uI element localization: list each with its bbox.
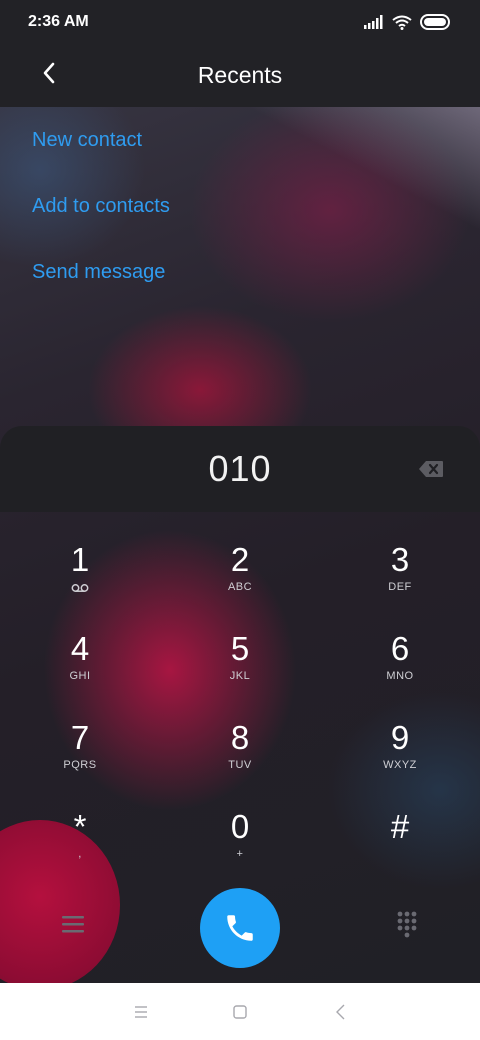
recent-apps-icon[interactable]: [129, 1001, 153, 1023]
dialpad-icon[interactable]: [396, 910, 418, 940]
call-button[interactable]: [200, 888, 280, 968]
key-1[interactable]: 1: [20, 540, 140, 620]
page-title: Recents: [197, 62, 283, 88]
key-3[interactable]: 3 DEF: [340, 540, 460, 620]
number-bar: 010: [0, 426, 480, 512]
key-4[interactable]: 4 GHI: [20, 629, 140, 709]
key-0[interactable]: 0 +: [180, 807, 300, 887]
new-contact-link[interactable]: New contact: [32, 120, 170, 186]
backspace-icon[interactable]: [418, 459, 444, 479]
add-to-contacts-link[interactable]: Add to contacts: [32, 186, 170, 252]
key-5[interactable]: 5 JKL: [180, 629, 300, 709]
status-time: 2:36 AM: [28, 13, 89, 30]
home-icon[interactable]: [228, 1001, 252, 1023]
phone-icon: [227, 915, 253, 941]
voicemail-icon: [71, 584, 89, 592]
back-button[interactable]: [34, 58, 64, 88]
wifi-icon: [392, 15, 412, 30]
dialpad: 010 1 2 ABC 3 DEF 4 GHI 5 JKL 6 MNO 7 PQ…: [0, 426, 480, 983]
key-star[interactable]: * ,: [20, 807, 140, 887]
action-list: New contact Add to contacts Send message: [32, 120, 170, 318]
key-2[interactable]: 2 ABC: [180, 540, 300, 620]
dialed-number[interactable]: 010: [208, 448, 271, 490]
app-header: Recents: [0, 44, 480, 107]
key-8[interactable]: 8 TUV: [180, 718, 300, 798]
menu-icon[interactable]: [60, 912, 86, 936]
dialpad-actions: [0, 886, 480, 970]
chevron-left-icon: [43, 62, 55, 84]
signal-icon: [364, 15, 383, 29]
system-nav-bar: [0, 983, 480, 1040]
key-7[interactable]: 7 PQRS: [20, 718, 140, 798]
key-6[interactable]: 6 MNO: [340, 629, 460, 709]
status-bar: 2:36 AM: [0, 0, 480, 44]
back-nav-icon[interactable]: [329, 1001, 353, 1023]
key-9[interactable]: 9 WXYZ: [340, 718, 460, 798]
battery-icon: [420, 14, 450, 30]
key-hash[interactable]: #: [340, 807, 460, 887]
send-message-link[interactable]: Send message: [32, 252, 170, 318]
